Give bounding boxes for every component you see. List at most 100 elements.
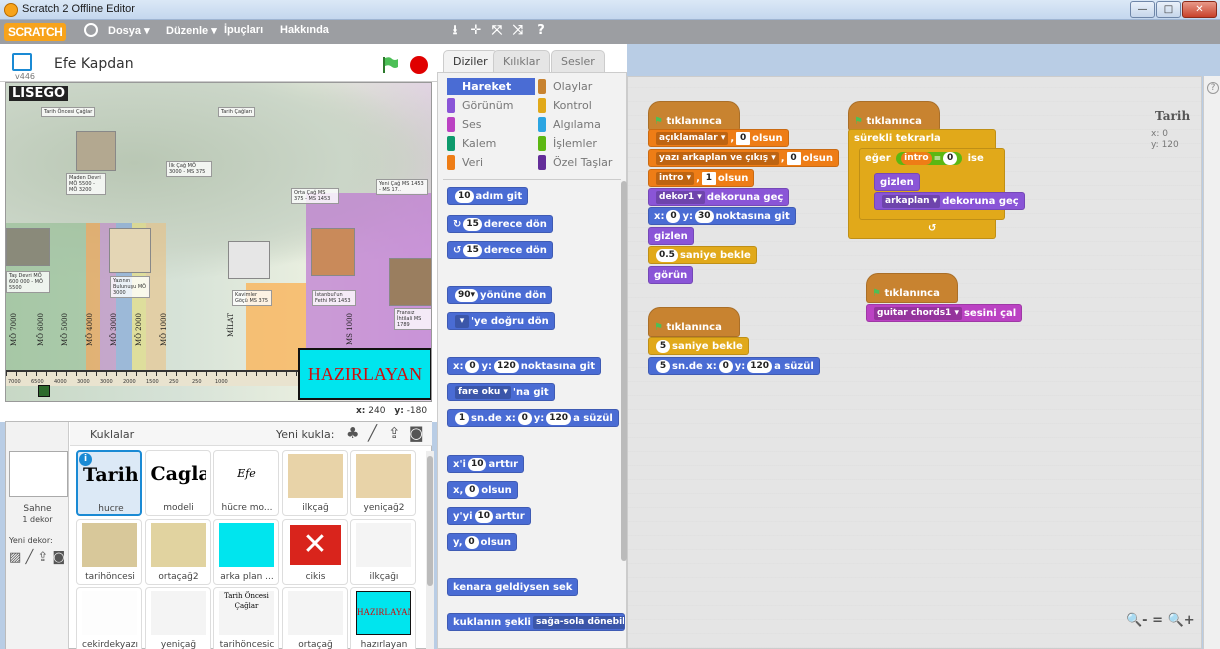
scroll-thumb[interactable] <box>427 456 433 586</box>
block-set-variable[interactable]: açıklamalar ▾, 0 olsun <box>648 129 789 147</box>
category-özel taşlar[interactable]: Özel Taşlar <box>538 154 626 171</box>
block-point-direction[interactable]: 90▾ yönüne dön <box>447 286 553 304</box>
hazirlayan-sprite[interactable]: HAZIRLAYAN <box>298 348 431 400</box>
variable-reporter[interactable]: intro <box>901 151 932 165</box>
value-input[interactable]: 1 <box>701 171 716 185</box>
sprite-tile[interactable]: ilkçağı <box>350 518 416 585</box>
block-set-variable[interactable]: intro ▾, 1 olsun <box>648 169 755 187</box>
category-kontrol[interactable]: Kontrol <box>538 97 626 114</box>
hat-when-flag-clicked[interactable]: ⚑ tıklanınca <box>648 307 740 337</box>
maximize-button[interactable]: □ <box>1156 1 1181 18</box>
x-input[interactable]: 0 <box>465 359 480 373</box>
category-i̇şlemler[interactable]: İşlemler <box>538 135 626 152</box>
project-title[interactable]: Efe Kapdan <box>54 56 134 72</box>
scratch-logo[interactable]: SCRATCH <box>4 23 67 41</box>
steps-input[interactable]: 10 <box>455 189 474 203</box>
sprite-tile[interactable]: Tarih i hucre <box>76 450 142 516</box>
degrees-input[interactable]: 15 <box>463 217 482 231</box>
value-input[interactable]: 0 <box>465 483 480 497</box>
close-button[interactable]: ✕ <box>1182 1 1217 18</box>
tab-sounds[interactable]: Sesler <box>551 50 605 72</box>
value-input[interactable]: 10 <box>467 457 487 471</box>
tab-costumes[interactable]: Kılıklar <box>493 50 551 72</box>
block-bounce[interactable]: kenara geldiysen sek <box>447 578 579 596</box>
block-goto-xy[interactable]: x: 0 y: 120 noktasına git <box>447 357 602 375</box>
block-wait[interactable]: 0.5 saniye bekle <box>648 246 757 264</box>
grow-icon[interactable]: ⤧ <box>490 23 504 39</box>
zoom-in-icon[interactable]: 🔍+ <box>1168 613 1195 628</box>
stop-sign-icon[interactable] <box>410 56 428 74</box>
block-rotation-style[interactable]: kuklanın şeklisağa-sola dönebilsin <box>447 613 625 631</box>
sound-dropdown[interactable]: guitar chords1 ▾ <box>874 306 962 320</box>
value-input[interactable]: 0 <box>736 131 751 145</box>
block-wait[interactable]: 5 saniye bekle <box>648 337 749 355</box>
backdrop-dropdown[interactable]: dekor1 ▾ <box>656 190 705 204</box>
hat-when-flag-clicked[interactable]: ⚑ tıklanınca <box>866 273 958 303</box>
backdrop-dropdown[interactable]: arkaplan ▾ <box>882 194 941 208</box>
sprite-tile[interactable]: yeniçağ2 <box>350 450 416 516</box>
block-turn-right[interactable]: ↻ 15 derece dön <box>447 215 553 233</box>
seconds-input[interactable]: 1 <box>455 411 469 425</box>
minimize-button[interactable]: — <box>1130 1 1155 18</box>
block-move-steps[interactable]: 10 adım git <box>447 187 529 205</box>
category-algılama[interactable]: Algılama <box>538 116 626 133</box>
help-icon[interactable]: ? <box>1207 82 1219 94</box>
block-glide[interactable]: 5 sn.de x: 0 y: 120 a süzül <box>648 357 820 375</box>
category-hareket[interactable]: Hareket <box>447 78 535 95</box>
equals-operator[interactable]: intro = 0 <box>896 151 963 165</box>
category-kalem[interactable]: Kalem <box>447 135 535 152</box>
category-veri[interactable]: Veri <box>447 154 535 171</box>
block-set-variable[interactable]: yazı arkaplan ve çıkış ▾, 0 olsun <box>648 149 840 167</box>
category-ses[interactable]: Ses <box>447 116 535 133</box>
variable-dropdown[interactable]: açıklamalar ▾ <box>656 131 729 145</box>
block-change-y[interactable]: y'yi 10 arttır <box>447 507 531 525</box>
block-set-y[interactable]: y, 0 olsun <box>447 533 518 551</box>
scripts-area[interactable]: Tarih x: 0 y: 120 ⚑ tıklanınca açıklamal… <box>627 76 1202 649</box>
sprite-info-icon[interactable]: i <box>79 453 92 466</box>
sprite-tile[interactable]: ✕ cikis <box>281 518 348 585</box>
block-goto-xy[interactable]: x: 0 y: 30 noktasına git <box>648 207 796 225</box>
variable-dropdown[interactable]: intro ▾ <box>656 171 695 185</box>
cut-scissors-icon[interactable]: ✛ <box>469 23 483 39</box>
paint-brush-icon[interactable]: ╱ <box>368 424 377 442</box>
value-input[interactable]: 0 <box>943 151 958 165</box>
upload-icon[interactable]: ⇪ <box>388 424 401 442</box>
sprite-tile[interactable]: Caglari modeli <box>144 450 211 516</box>
small-sprite[interactable] <box>38 385 50 397</box>
target-dropdown[interactable]: fare oku ▾ <box>455 385 511 399</box>
backdrop-library-icon[interactable]: ▨ <box>9 550 21 565</box>
sprite-tile[interactable]: ortaçağ <box>281 587 348 649</box>
block-point-towards[interactable]: ▾'ye doğru dön <box>447 312 555 330</box>
block-set-x[interactable]: x, 0 olsun <box>447 481 518 499</box>
y-input[interactable]: 120 <box>493 359 519 373</box>
x-input[interactable]: 0 <box>666 209 681 223</box>
block-hide[interactable]: gizlen <box>874 173 920 191</box>
block-switch-backdrop[interactable]: arkaplan ▾ dekoruna geç <box>874 192 1025 210</box>
seconds-input[interactable]: 5 <box>656 339 670 353</box>
tab-scripts[interactable]: Diziler <box>443 50 498 72</box>
stage-thumbnail[interactable] <box>9 451 68 497</box>
stage-canvas[interactable]: LISEGO Tarih Öncesi Çağlar Tarih Çağları… <box>5 82 432 402</box>
block-play-sound[interactable]: guitar chords1 ▾ sesini çal <box>866 304 1023 322</box>
zoom-reset-icon[interactable]: = <box>1152 613 1163 628</box>
seconds-input[interactable]: 5 <box>656 359 670 373</box>
y-input[interactable]: 30 <box>694 209 714 223</box>
x-input[interactable]: 0 <box>517 411 532 425</box>
sprite-tile[interactable]: Tarih Öncesi Çağlar tarihöncesic <box>213 587 279 649</box>
x-input[interactable]: 0 <box>718 359 733 373</box>
hat-when-flag-clicked[interactable]: ⚑ tıklanınca <box>848 101 940 131</box>
variable-dropdown[interactable]: yazı arkaplan ve çıkış ▾ <box>656 151 779 165</box>
category-görünüm[interactable]: Görünüm <box>447 97 535 114</box>
sprite-tile[interactable]: ilkçağ <box>281 450 348 516</box>
paint-brush-icon[interactable]: ╱ <box>25 550 33 565</box>
category-olaylar[interactable]: Olaylar <box>538 78 626 95</box>
upload-icon[interactable]: ⇪ <box>37 550 48 565</box>
shrink-icon[interactable]: ⤨ <box>511 23 525 39</box>
y-input[interactable]: 120 <box>747 359 773 373</box>
degrees-input[interactable]: 15 <box>463 243 482 257</box>
sprite-tile[interactable]: Efe Kapdan hücre mo... <box>213 450 279 516</box>
sprite-tile[interactable]: ortaçağ2 <box>144 518 211 585</box>
menu-edit[interactable]: Düzenle ▾ <box>166 24 217 37</box>
block-goto-target[interactable]: fare oku ▾'na git <box>447 383 555 401</box>
language-globe-icon[interactable] <box>84 23 98 37</box>
